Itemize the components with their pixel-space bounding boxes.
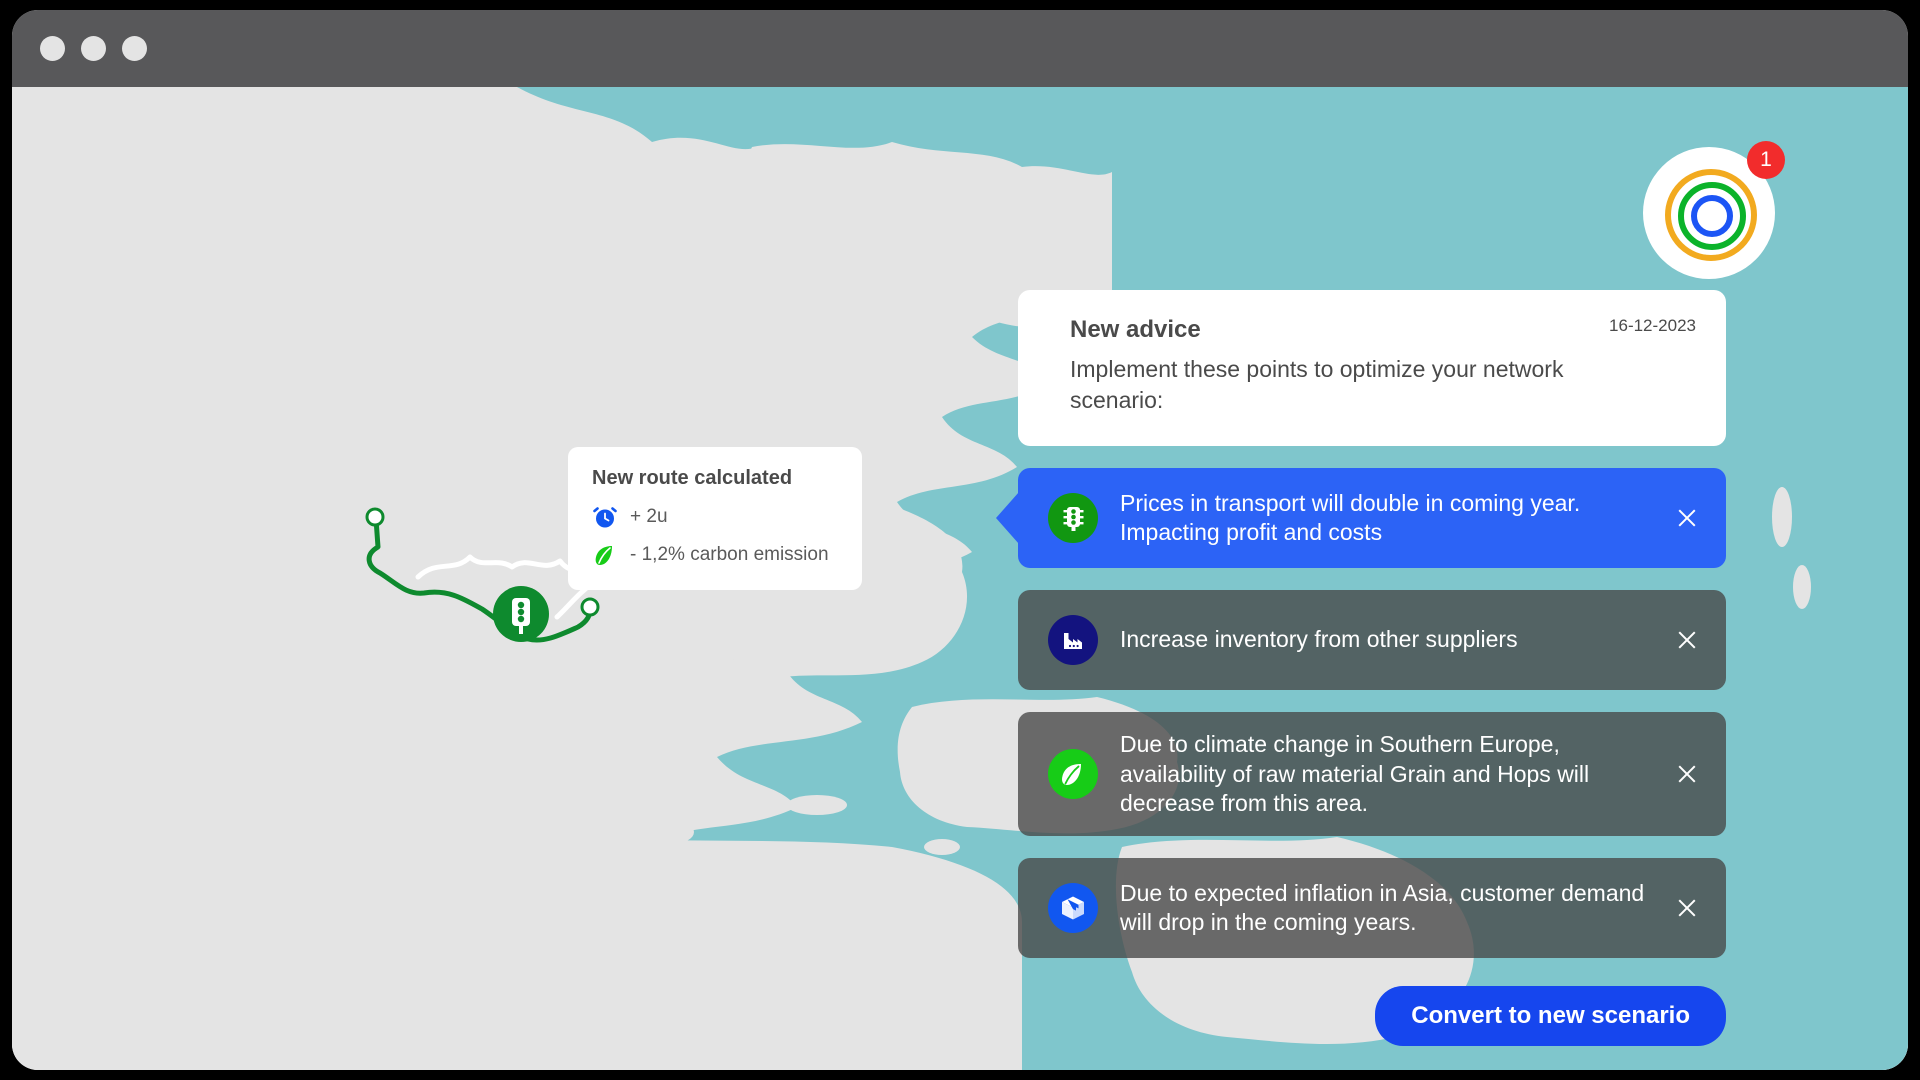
app-window: 1 New route calculated + 2u - 1,2% carbo… [12, 10, 1908, 1070]
advice-header-card: 16-12-2023 New advice Implement these po… [1018, 290, 1726, 447]
advice-panel: 16-12-2023 New advice Implement these po… [1018, 290, 1726, 1047]
route-tooltip-card: New route calculated + 2u - 1,2% carbon [568, 447, 862, 590]
advice-item-text: Due to climate change in Southern Europe… [1120, 731, 1590, 816]
advice-actions-row: Convert to new scenario [1018, 986, 1726, 1047]
route-stat-carbon: - 1,2% carbon emission [592, 542, 838, 568]
app-logo-badge[interactable]: 1 [1643, 141, 1785, 279]
window-maximize-dot[interactable] [122, 36, 147, 61]
route-destination-node [580, 597, 600, 617]
advice-subtitle: Implement these points to optimize your … [1070, 356, 1564, 414]
route-stat-carbon-value: - 1,2% carbon emission [630, 544, 829, 565]
package-box-icon [1048, 883, 1098, 934]
advice-item-asia-inflation[interactable]: Due to expected inflation in Asia, custo… [1018, 858, 1726, 959]
advice-item-transport-prices[interactable]: Prices in transport will double in comin… [1018, 468, 1726, 569]
window-title-bar [12, 10, 1908, 87]
advice-item-text: Prices in transport will double in comin… [1120, 489, 1581, 546]
factory-icon [1048, 615, 1098, 666]
route-tooltip-title: New route calculated [592, 467, 793, 489]
convert-to-new-scenario-button[interactable]: Convert to new scenario [1375, 986, 1726, 1047]
logo-ring-inner-icon [1691, 195, 1733, 237]
window-minimize-dot[interactable] [81, 36, 106, 61]
route-origin-node [365, 507, 385, 527]
route-stat-time-value: + 2u [630, 506, 668, 527]
traffic-light-icon [1048, 493, 1098, 544]
window-close-dot[interactable] [40, 36, 65, 61]
leaf-icon [1048, 749, 1098, 800]
advice-item-increase-inventory[interactable]: Increase inventory from other suppliers [1018, 590, 1726, 691]
alarm-clock-icon [592, 504, 618, 530]
close-icon[interactable] [1670, 891, 1704, 925]
advice-date: 16-12-2023 [1609, 316, 1696, 335]
close-icon[interactable] [1670, 757, 1704, 791]
advice-item-climate-change[interactable]: Due to climate change in Southern Europe… [1018, 712, 1726, 837]
notification-count-badge[interactable]: 1 [1747, 141, 1785, 179]
advice-item-text: Due to expected inflation in Asia, custo… [1120, 879, 1645, 936]
leaf-icon [592, 542, 618, 568]
traffic-light-marker [493, 586, 549, 642]
route-stat-time: + 2u [592, 504, 838, 530]
close-icon[interactable] [1670, 501, 1704, 535]
close-icon[interactable] [1670, 623, 1704, 657]
advice-title: New advice [1070, 316, 1201, 343]
advice-item-text: Increase inventory from other suppliers [1120, 626, 1518, 653]
